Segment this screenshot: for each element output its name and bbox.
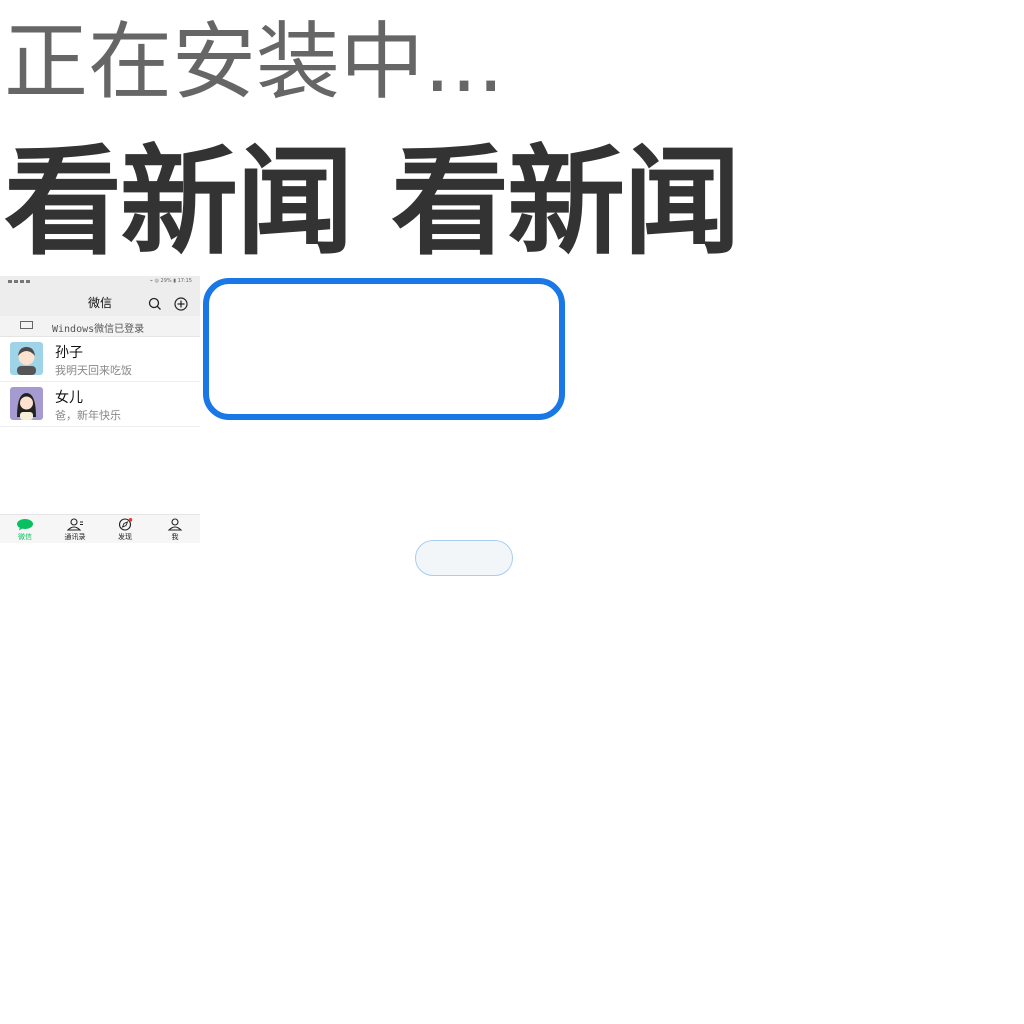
- person-icon: [167, 518, 183, 531]
- tab-label: 通讯录: [64, 533, 86, 541]
- search-icon[interactable]: [148, 297, 162, 311]
- wechat-header: 微信: [0, 286, 200, 316]
- chat-name: 女儿: [55, 390, 83, 406]
- highlight-frame: [203, 278, 565, 420]
- grandson-avatar: [10, 342, 43, 375]
- chat-last-message: 我明天回来吃饭: [55, 364, 132, 377]
- chat-bubble-icon: [17, 519, 33, 531]
- installing-status-text: 正在安装中...: [4, 13, 505, 111]
- tab-label: 微信: [18, 533, 32, 541]
- tab-label: 发现: [118, 533, 132, 541]
- headline-title: 看新闻 看新闻: [4, 133, 741, 271]
- tab-contacts[interactable]: 通讯录: [50, 515, 100, 543]
- tab-wechat[interactable]: 微信: [0, 515, 50, 543]
- chat-last-message: 爸，新年快乐: [55, 409, 121, 422]
- monitor-icon: [20, 321, 33, 329]
- chat-name: 孙子: [55, 345, 83, 361]
- tab-me[interactable]: 我: [150, 515, 200, 543]
- contacts-icon: [66, 518, 83, 531]
- compass-icon: [118, 518, 133, 531]
- wechat-title: 微信: [87, 296, 112, 310]
- wechat-screenshot: ⌁ ◎ 29% ▮ 17:15 微信 Windows微信已登录 孙子 我明天回来…: [0, 276, 200, 543]
- add-circle-icon[interactable]: [174, 297, 188, 311]
- chat-list-item[interactable]: 孙子 我明天回来吃饭: [0, 337, 200, 382]
- signal-icons: [8, 279, 30, 283]
- tab-discover[interactable]: 发现: [100, 515, 150, 543]
- chat-list-item[interactable]: 女儿 爸，新年快乐: [0, 382, 200, 427]
- status-bar-info: ⌁ ◎ 29% ▮ 17:15: [149, 278, 192, 284]
- daughter-avatar: [10, 387, 43, 420]
- phone-status-bar: ⌁ ◎ 29% ▮ 17:15: [0, 276, 200, 286]
- pill-button[interactable]: [415, 540, 513, 576]
- windows-login-bar[interactable]: Windows微信已登录: [0, 316, 200, 337]
- tab-label: 我: [171, 533, 179, 541]
- login-notice-text: Windows微信已登录: [52, 324, 145, 335]
- wechat-tab-bar: 微信 通讯录 发现 我: [0, 514, 200, 543]
